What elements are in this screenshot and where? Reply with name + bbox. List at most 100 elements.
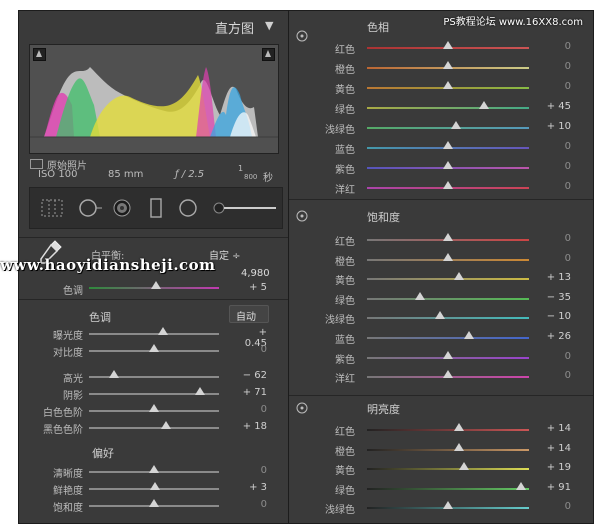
- radial-filter-icon[interactable]: [179, 199, 197, 217]
- slider-value[interactable]: − 62: [237, 370, 267, 381]
- slider-thumb[interactable]: [149, 465, 159, 473]
- slider-thumb[interactable]: [149, 404, 159, 412]
- slider-value[interactable]: + 71: [237, 387, 267, 398]
- slider-track[interactable]: [367, 429, 529, 431]
- section-divider: [289, 395, 593, 396]
- slider-value[interactable]: 0: [237, 465, 267, 476]
- slider-thumb[interactable]: [478, 101, 489, 109]
- slider-thumb[interactable]: [108, 370, 119, 378]
- slider-value[interactable]: 0: [237, 344, 267, 355]
- slider-thumb[interactable]: [158, 327, 169, 335]
- slider-value[interactable]: 0: [541, 253, 571, 264]
- slider-value[interactable]: 0: [541, 233, 571, 244]
- slider-value[interactable]: 0: [541, 501, 571, 512]
- slider-label: 红色: [335, 237, 355, 248]
- slider-label: 对比度: [53, 348, 83, 359]
- slider-value[interactable]: + 26: [541, 331, 571, 342]
- auto-tone-button[interactable]: 自动: [229, 305, 269, 323]
- slider-label: 曝光度: [53, 331, 83, 342]
- slider-value[interactable]: 0: [541, 351, 571, 362]
- slider-label: 浅绿色: [325, 315, 355, 327]
- slider-thumb[interactable]: [443, 233, 453, 241]
- collapse-triangle-icon[interactable]: ▼: [265, 19, 273, 32]
- slider-track[interactable]: [89, 333, 219, 335]
- slider-thumb[interactable]: [454, 442, 465, 451]
- slider-value[interactable]: − 10: [541, 311, 571, 322]
- slider-thumb[interactable]: [451, 121, 462, 129]
- slider-value[interactable]: + 13: [541, 272, 571, 283]
- slider-track[interactable]: [367, 278, 529, 281]
- tint-value[interactable]: + 5: [237, 282, 267, 293]
- slider-thumb[interactable]: [443, 81, 453, 89]
- slider-track[interactable]: [367, 317, 529, 320]
- slider-thumb[interactable]: [443, 350, 453, 359]
- slider-value[interactable]: 0: [541, 41, 571, 52]
- slider-thumb[interactable]: [464, 331, 475, 339]
- slider-value[interactable]: 0: [541, 81, 571, 92]
- slider-thumb[interactable]: [454, 272, 465, 281]
- slider-value[interactable]: 0: [541, 61, 571, 72]
- slider-thumb[interactable]: [443, 161, 453, 169]
- slider-value[interactable]: 0: [541, 181, 571, 192]
- slider-thumb[interactable]: [194, 387, 205, 395]
- slider-track[interactable]: [367, 487, 529, 490]
- slider-thumb[interactable]: [150, 482, 161, 490]
- saturation-section-title: 饱和度: [367, 211, 400, 224]
- saturation-target-icon[interactable]: [295, 209, 309, 223]
- slider-track[interactable]: [367, 297, 529, 300]
- slider-thumb[interactable]: [434, 311, 445, 320]
- slider-label: 鲜艳度: [53, 486, 83, 497]
- crop-grid-icon[interactable]: [41, 199, 63, 217]
- slider-value[interactable]: 0: [541, 141, 571, 152]
- auto-tone-label: 自动: [236, 312, 256, 323]
- slider-thumb[interactable]: [443, 501, 453, 509]
- slider-thumb[interactable]: [459, 462, 470, 470]
- slider-value[interactable]: + 14: [541, 443, 571, 454]
- slider-track[interactable]: [367, 107, 529, 109]
- slider-thumb[interactable]: [443, 370, 453, 379]
- red-eye-icon[interactable]: [113, 199, 131, 217]
- slider-track[interactable]: [367, 127, 529, 129]
- spot-removal-icon[interactable]: [79, 199, 102, 217]
- slider-thumb[interactable]: [149, 499, 159, 507]
- slider-thumb[interactable]: [443, 61, 453, 69]
- slider-label: 黄色: [335, 85, 355, 96]
- slider-track[interactable]: [367, 448, 529, 451]
- original-photo-checkbox[interactable]: [30, 159, 43, 169]
- slider-track[interactable]: [367, 337, 529, 339]
- slider-value[interactable]: 0: [541, 370, 571, 381]
- slider-value[interactable]: + 45: [541, 101, 571, 112]
- slider-label: 紫色: [335, 354, 355, 366]
- slider-value[interactable]: − 35: [541, 292, 571, 303]
- shutter-unit: 秒: [263, 173, 273, 184]
- shutter-numerator: 1: [238, 164, 244, 173]
- slider-label: 白色色阶: [43, 408, 83, 419]
- slider-value[interactable]: 0: [541, 161, 571, 172]
- slider-value[interactable]: + 19: [541, 462, 571, 473]
- slider-value[interactable]: + 10: [541, 121, 571, 132]
- slider-value[interactable]: 0: [237, 404, 267, 415]
- luminance-target-icon[interactable]: [295, 401, 309, 415]
- slider-value[interactable]: + 18: [237, 421, 267, 432]
- slider-track[interactable]: [367, 468, 529, 470]
- adjustment-brush-icon[interactable]: [213, 202, 276, 214]
- slider-value[interactable]: 0: [237, 499, 267, 510]
- slider-thumb[interactable]: [515, 481, 526, 490]
- slider-value[interactable]: + 14: [541, 423, 571, 434]
- slider-label: 洋红: [335, 374, 355, 386]
- slider-thumb[interactable]: [443, 41, 453, 49]
- slider-track[interactable]: [89, 427, 219, 429]
- slider-value[interactable]: + 3: [237, 482, 267, 493]
- tint-slider-thumb[interactable]: [151, 281, 161, 289]
- slider-thumb[interactable]: [160, 421, 171, 429]
- slider-thumb[interactable]: [443, 181, 453, 189]
- slider-thumb[interactable]: [454, 423, 465, 431]
- graduated-filter-icon[interactable]: [150, 198, 162, 218]
- slider-thumb[interactable]: [415, 291, 426, 300]
- slider-thumb[interactable]: [149, 344, 159, 352]
- slider-thumb[interactable]: [443, 252, 453, 261]
- histogram-graph: [30, 67, 278, 138]
- slider-thumb[interactable]: [443, 141, 453, 149]
- slider-value[interactable]: + 91: [541, 482, 571, 493]
- tint-label: 色调: [63, 286, 83, 297]
